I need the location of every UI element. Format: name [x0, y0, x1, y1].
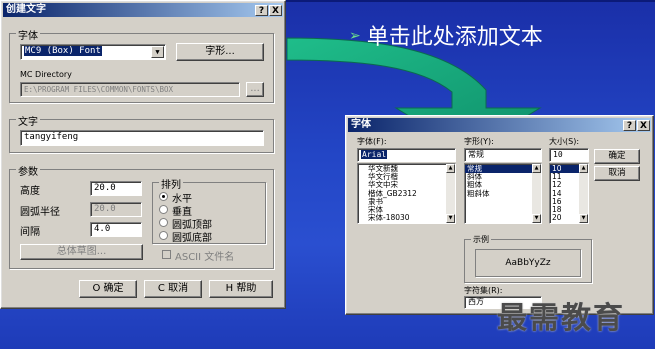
align-arc-bottom-radio[interactable]	[159, 231, 168, 240]
font-group-label: 字体	[16, 27, 40, 42]
mc-directory-field: E:\PROGRAM FILES\COMMON\FONTS\BOX	[20, 82, 240, 97]
cancel-button[interactable]: C 取消	[144, 280, 202, 298]
ascii-filename-label: ASCII 文件名	[175, 252, 235, 263]
font-cancel-button[interactable]: 取消	[594, 166, 640, 181]
font-size-input[interactable]: 10	[549, 148, 589, 162]
params-group: 参数 高度 20.0 圆弧半径 20.0 间隔 4.0 总体草图... 排列 水…	[9, 163, 274, 269]
spacing-label: 间隔	[20, 227, 40, 238]
help-button[interactable]: H 帮助	[209, 280, 273, 298]
font-style-list[interactable]: 常规 斜体 粗体 粗斜体 ▲ ▼	[464, 163, 542, 224]
text-group: 文字 tangyifeng	[9, 113, 274, 153]
font-dialog-titlebar: 字体 ? X	[348, 118, 651, 132]
sample-group: 示例 AaBbYyZz	[464, 234, 592, 283]
scroll-up-icon[interactable]: ▲	[446, 164, 455, 173]
list-item[interactable]: 粗斜体	[465, 189, 541, 198]
arc-radius-label: 圆弧半径	[20, 207, 60, 218]
align-group-label: 排列	[159, 176, 183, 191]
font-select[interactable]: MC9 (Box) Font ▼	[20, 44, 166, 60]
font-name-list[interactable]: 华文新魏 华文行楷 华文中宋 楷体_GB2312 隶书 宋体 宋体-18030 …	[357, 163, 456, 224]
bullet-text: 单击此处添加文本	[366, 25, 543, 50]
bullet-marker-icon: ➢	[349, 28, 361, 44]
align-arc-top-radio[interactable]	[159, 218, 168, 227]
font-select-value: MC9 (Box) Font	[24, 46, 102, 56]
sample-group-label: 示例	[471, 234, 491, 245]
text-input[interactable]: tangyifeng	[20, 130, 264, 146]
font-style-label: 字形(Y):	[464, 137, 494, 146]
height-input[interactable]: 20.0	[90, 181, 142, 196]
close-icon[interactable]: X	[269, 5, 282, 16]
browse-button[interactable]: ...	[246, 82, 264, 97]
font-group: 字体 MC9 (Box) Font ▼ 字形... MC Directory E…	[9, 27, 274, 103]
align-group: 排列 水平 垂直 圆弧顶部 圆弧底部	[152, 176, 266, 244]
align-horizontal-radio[interactable]	[159, 192, 168, 201]
text-group-label: 文字	[16, 113, 40, 128]
arc-radius-input: 20.0	[90, 202, 142, 217]
spacing-input[interactable]: 4.0	[90, 222, 142, 237]
ok-button[interactable]: O 确定	[79, 280, 137, 298]
list-item[interactable]: 宋体-18030	[366, 213, 455, 222]
size-list-scrollbar[interactable]: ▲ ▼	[579, 164, 588, 223]
font-style-button[interactable]: 字形...	[176, 43, 264, 61]
scroll-up-icon[interactable]: ▲	[579, 164, 588, 173]
font-dialog-title: 字体	[351, 119, 371, 130]
mc-directory-label: MC Directory	[20, 70, 72, 79]
scroll-up-icon[interactable]: ▲	[532, 164, 541, 173]
font-list-scrollbar[interactable]: ▲ ▼	[446, 164, 455, 223]
align-arc-bottom-label: 圆弧底部	[172, 233, 212, 244]
create-text-dialog: 创建文字 ? X 字体 MC9 (Box) Font ▼ 字形... MC Di…	[0, 0, 286, 309]
help-icon[interactable]: ?	[255, 5, 268, 16]
overview-sketch-button[interactable]: 总体草图...	[20, 244, 143, 260]
height-label: 高度	[20, 186, 40, 197]
dialog-titlebar: 创建文字 ? X	[3, 3, 283, 17]
font-size-label: 大小(S):	[549, 137, 580, 146]
sample-preview: AaBbYyZz	[475, 249, 581, 277]
font-name-label: 字体(F):	[357, 137, 387, 146]
font-style-input[interactable]: 常规	[464, 148, 542, 162]
params-group-label: 参数	[16, 163, 40, 178]
font-dialog-close-icon[interactable]: X	[637, 120, 650, 131]
style-list-scrollbar[interactable]: ▲ ▼	[532, 164, 541, 223]
font-ok-button[interactable]: 确定	[594, 149, 640, 164]
watermark-logo: 最需教育	[497, 301, 625, 336]
scroll-down-icon[interactable]: ▼	[579, 214, 588, 223]
scroll-down-icon[interactable]: ▼	[446, 214, 455, 223]
slide-bullet[interactable]: ➢ 单击此处添加文本	[349, 19, 543, 51]
font-name-input[interactable]: Arial	[357, 148, 456, 162]
chevron-down-icon[interactable]: ▼	[151, 46, 164, 58]
align-vertical-radio[interactable]	[159, 205, 168, 214]
dialog-title: 创建文字	[6, 4, 46, 15]
font-dialog: 字体 ? X 字体(F): Arial 华文新魏 华文行楷 华文中宋 楷体_GB…	[345, 115, 654, 315]
font-name-value: Arial	[361, 150, 388, 159]
ascii-checkbox[interactable]	[162, 250, 171, 259]
font-dialog-help-icon[interactable]: ?	[623, 120, 636, 131]
font-size-list[interactable]: 10 11 12 14 16 18 20 ▲ ▼	[549, 163, 589, 224]
scroll-down-icon[interactable]: ▼	[532, 214, 541, 223]
